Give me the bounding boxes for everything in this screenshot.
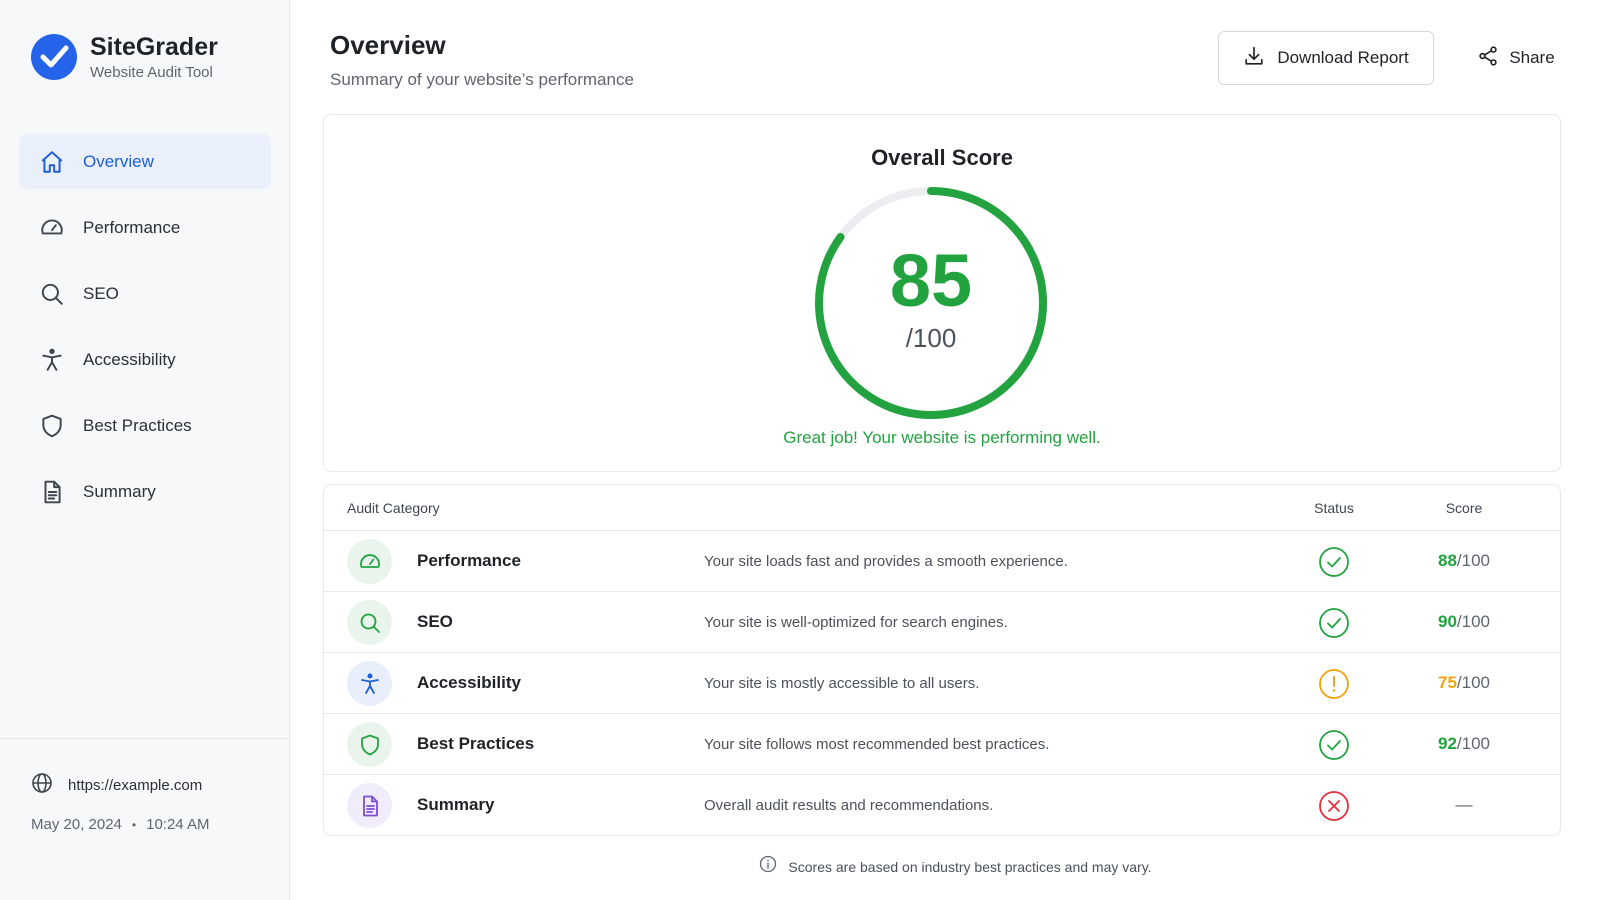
row-category-name: SEO — [417, 612, 453, 631]
sidebar-item-overview[interactable]: Overview — [19, 134, 271, 189]
row-score-value: 75 — [1437, 673, 1457, 692]
sidebar-item-label: Summary — [83, 481, 156, 501]
check-badge-icon — [31, 34, 77, 80]
check-circle-icon — [1319, 730, 1349, 760]
audit-timestamp: May 20, 2024 • 10:24 AM — [31, 816, 210, 833]
download-report-button[interactable]: Download Report — [1218, 31, 1434, 85]
brand[interactable]: SiteGrader Website Audit Tool — [30, 32, 218, 82]
overall-score-title: Overall Score — [871, 145, 1013, 170]
sidebar-divider — [0, 738, 290, 739]
row-description: Your site loads fast and provides a smoo… — [704, 553, 1068, 570]
row-category-name: Performance — [417, 551, 521, 570]
row-score: 88/100 — [1414, 551, 1514, 571]
row-score-suffix: /100 — [1456, 673, 1490, 692]
sidebar-item-summary[interactable]: Summary — [19, 464, 271, 519]
sidebar-item-seo[interactable]: SEO — [19, 266, 271, 321]
sidebar-item-label: Overview — [83, 151, 154, 171]
brand-subtitle: Website Audit Tool — [90, 64, 213, 81]
footnote: Scores are based on industry best practi… — [0, 854, 1600, 879]
sidebar: SiteGrader Website Audit Tool Overview P… — [0, 0, 290, 900]
row-score-value: 92 — [1437, 734, 1457, 753]
column-header-status: Status — [1314, 500, 1354, 516]
row-description: Your site follows most recommended best … — [704, 736, 1050, 753]
home-icon — [39, 149, 65, 175]
check-circle-icon — [1319, 547, 1349, 577]
download-report-label: Download Report — [1277, 48, 1409, 67]
audit-date: May 20, 2024 — [31, 816, 122, 833]
table-row-performance[interactable]: Performance Your site loads fast and pro… — [324, 531, 1560, 592]
sidebar-item-label: Accessibility — [83, 349, 176, 369]
document-icon — [39, 479, 65, 505]
column-header-score: Score — [1445, 500, 1483, 516]
site-url-text: https://example.com — [68, 777, 203, 794]
table-row-summary[interactable]: Summary Overall audit results and recomm… — [324, 775, 1560, 835]
timestamp-separator: • — [131, 817, 137, 832]
overall-score-card: Overall Score 85 /100 Great job! Your we… — [323, 114, 1561, 472]
sidebar-item-performance[interactable]: Performance — [19, 200, 271, 255]
score-message: Great job! Your website is performing we… — [783, 428, 1101, 447]
sidebar-item-label: Best Practices — [83, 415, 192, 435]
row-score-value: 90 — [1437, 612, 1457, 631]
sidebar-item-best-practices[interactable]: Best Practices — [19, 398, 271, 453]
row-score-suffix: /100 — [1456, 734, 1490, 753]
accessibility-icon — [347, 661, 392, 706]
row-category-name: Best Practices — [417, 734, 535, 753]
table-row-accessibility[interactable]: Accessibility Your site is mostly access… — [324, 653, 1560, 714]
download-icon — [1243, 45, 1265, 72]
sidebar-nav: Overview Performance SEO Accessibility B… — [19, 134, 271, 530]
gauge-icon — [347, 539, 392, 584]
row-description: Overall audit results and recommendation… — [704, 797, 994, 814]
search-icon — [347, 600, 392, 645]
row-description: Your site is well-optimized for search e… — [704, 614, 1008, 631]
audit-time: 10:24 AM — [146, 816, 210, 833]
page-subtitle: Summary of your website’s performance — [330, 70, 634, 89]
search-icon — [39, 281, 65, 307]
share-label: Share — [1509, 48, 1555, 67]
row-score: 92/100 — [1414, 734, 1514, 754]
row-score-suffix: /100 — [1456, 551, 1490, 570]
site-url[interactable]: https://example.com — [30, 771, 202, 800]
brand-name: SiteGrader — [90, 33, 218, 61]
share-button[interactable]: Share — [1466, 31, 1566, 85]
shield-icon — [39, 413, 65, 439]
shield-icon — [347, 722, 392, 767]
row-score: 90/100 — [1414, 612, 1514, 632]
overall-score-value: 85 — [889, 239, 973, 322]
row-category-name: Accessibility — [417, 673, 521, 692]
sidebar-item-label: SEO — [83, 283, 119, 303]
row-category-name: Summary — [417, 795, 495, 814]
check-circle-icon — [1319, 608, 1349, 638]
column-header-category: Audit Category — [347, 500, 440, 516]
warning-circle-icon — [1319, 669, 1349, 699]
table-row-best-practices[interactable]: Best Practices Your site follows most re… — [324, 714, 1560, 775]
audit-category-table: Audit Category Status Score Performance … — [323, 484, 1561, 836]
sidebar-item-label: Performance — [83, 217, 181, 237]
row-score-suffix: /100 — [1456, 612, 1490, 631]
info-icon — [758, 854, 778, 879]
row-score: — — [1414, 795, 1514, 815]
score-gauge: 85 /100 — [811, 183, 1051, 423]
sidebar-item-accessibility[interactable]: Accessibility — [19, 332, 271, 387]
row-score-value: — — [1455, 795, 1473, 814]
row-score-value: 88 — [1437, 551, 1457, 570]
row-description: Your site is mostly accessible to all us… — [704, 675, 980, 692]
page-title: Overview — [330, 30, 446, 60]
table-row-seo[interactable]: SEO Your site is well-optimized for sear… — [324, 592, 1560, 653]
gauge-icon — [39, 215, 65, 241]
footnote-text: Scores are based on industry best practi… — [788, 858, 1152, 875]
row-score: 75/100 — [1414, 673, 1514, 693]
accessibility-icon — [39, 347, 65, 373]
x-circle-icon — [1319, 791, 1349, 821]
document-icon — [347, 783, 392, 828]
table-header: Audit Category Status Score — [324, 485, 1560, 531]
share-icon — [1477, 45, 1499, 72]
overall-score-max: /100 — [905, 323, 957, 353]
globe-icon — [30, 771, 54, 800]
